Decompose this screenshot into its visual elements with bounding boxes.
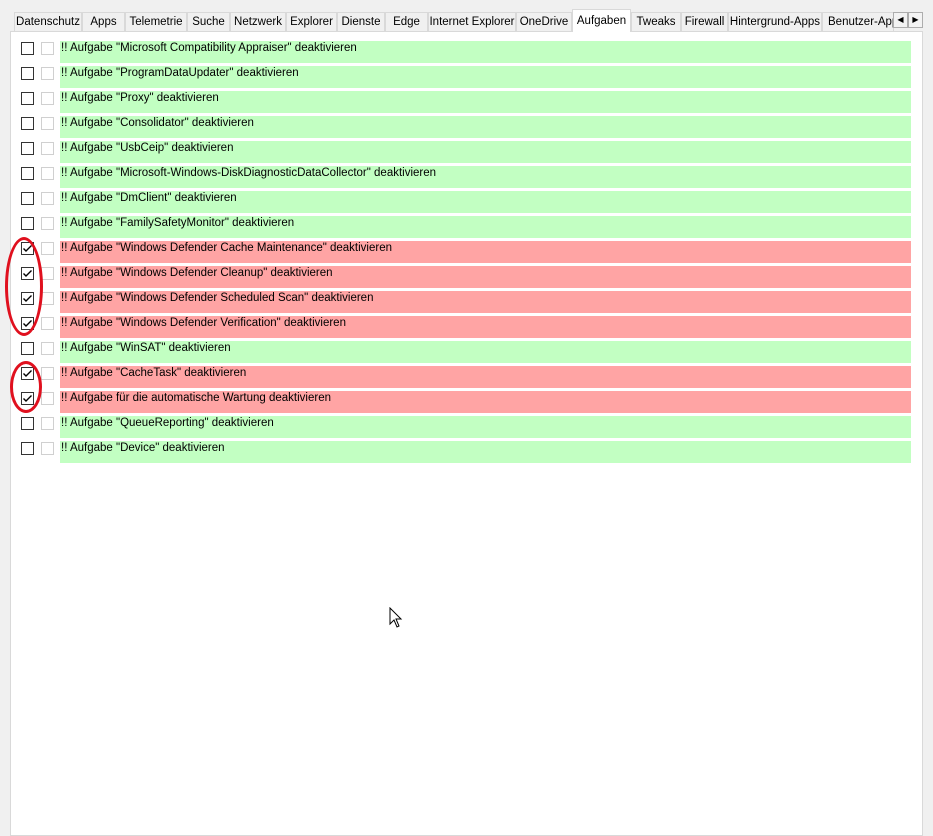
task-row: !! Aufgabe "UsbCeip" deaktivieren [11,132,924,163]
task-secondary-checkbox[interactable] [41,217,54,230]
task-secondary-checkbox[interactable] [41,192,54,205]
tab-firewall[interactable]: Firewall [681,12,728,31]
tasks-panel: !! Aufgabe "Microsoft Compatibility Appr… [10,31,923,836]
task-label[interactable]: !! Aufgabe "Device" deaktivieren [60,441,911,463]
task-checkbox[interactable] [21,42,34,55]
task-row: !! Aufgabe "Windows Defender Verificatio… [11,307,924,338]
tab-strip: Datenschutz Apps Telemetrie Suche Netzwe… [0,0,933,32]
task-secondary-checkbox[interactable] [41,67,54,80]
tab-onedrive[interactable]: OneDrive [516,12,572,31]
task-row: !! Aufgabe "Microsoft-Windows-DiskDiagno… [11,157,924,188]
task-row: !! Aufgabe "Windows Defender Scheduled S… [11,282,924,313]
task-secondary-checkbox[interactable] [41,117,54,130]
tab-telemetrie[interactable]: Telemetrie [125,12,187,31]
highlight-ring-maintenance [10,361,42,413]
task-secondary-checkbox[interactable] [41,267,54,280]
task-secondary-checkbox[interactable] [41,442,54,455]
task-row: !! Aufgabe "Proxy" deaktivieren [11,82,924,113]
task-checkbox[interactable] [21,217,34,230]
task-row: !! Aufgabe "ProgramDataUpdater" deaktivi… [11,57,924,88]
task-secondary-checkbox[interactable] [41,342,54,355]
task-checkbox[interactable] [21,342,34,355]
task-checkbox[interactable] [21,417,34,430]
tab-explorer[interactable]: Explorer [286,12,337,31]
task-row: !! Aufgabe "DmClient" deaktivieren [11,182,924,213]
task-secondary-checkbox[interactable] [41,417,54,430]
tab-internet-explorer[interactable]: Internet Explorer [428,12,516,31]
tab-scroll-right-button[interactable]: ▶ [908,12,923,28]
task-checkbox[interactable] [21,192,34,205]
task-checkbox[interactable] [21,67,34,80]
tab-edge[interactable]: Edge [385,12,428,31]
task-checkbox[interactable] [21,167,34,180]
mouse-cursor-icon [389,607,403,628]
task-secondary-checkbox[interactable] [41,42,54,55]
task-secondary-checkbox[interactable] [41,367,54,380]
tab-suche[interactable]: Suche [187,12,230,31]
tab-tweaks[interactable]: Tweaks [631,12,681,31]
task-checkbox[interactable] [21,442,34,455]
tab-netzwerk[interactable]: Netzwerk [230,12,286,31]
tab-datenschutz[interactable]: Datenschutz [14,12,82,31]
task-row: !! Aufgabe "QueueReporting" deaktivieren [11,407,924,438]
tab-apps[interactable]: Apps [82,12,125,31]
task-row: !! Aufgabe "CacheTask" deaktivieren [11,357,924,388]
task-secondary-checkbox[interactable] [41,392,54,405]
task-row: !! Aufgabe "FamilySafetyMonitor" deaktiv… [11,207,924,238]
task-checkbox[interactable] [21,117,34,130]
task-row: !! Aufgabe für die automatische Wartung … [11,382,924,413]
task-row: !! Aufgabe "Microsoft Compatibility Appr… [11,32,924,63]
task-secondary-checkbox[interactable] [41,167,54,180]
task-row: !! Aufgabe "Windows Defender Cache Maint… [11,232,924,263]
task-secondary-checkbox[interactable] [41,317,54,330]
task-secondary-checkbox[interactable] [41,142,54,155]
task-secondary-checkbox[interactable] [41,242,54,255]
tab-benutzer-apps[interactable]: Benutzer-App [822,12,894,31]
highlight-ring-defender [5,237,43,336]
task-row: !! Aufgabe "Consolidator" deaktivieren [11,107,924,138]
tab-dienste[interactable]: Dienste [337,12,385,31]
task-row: !! Aufgabe "Windows Defender Cleanup" de… [11,257,924,288]
task-row: !! Aufgabe "Device" deaktivieren [11,432,924,463]
task-row: !! Aufgabe "WinSAT" deaktivieren [11,332,924,363]
task-secondary-checkbox[interactable] [41,92,54,105]
task-checkbox[interactable] [21,142,34,155]
tab-scroll-left-button[interactable]: ◀ [893,12,908,28]
task-checkbox[interactable] [21,92,34,105]
tab-aufgaben[interactable]: Aufgaben [572,9,631,32]
task-secondary-checkbox[interactable] [41,292,54,305]
tab-hintergrund-apps[interactable]: Hintergrund-Apps [728,12,822,31]
